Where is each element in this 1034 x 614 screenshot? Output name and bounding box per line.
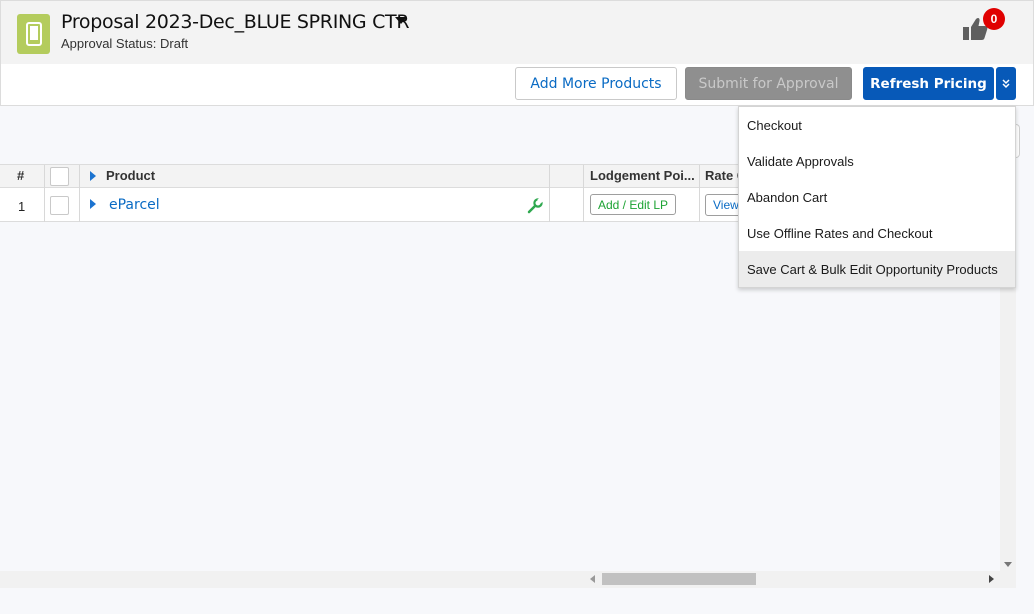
column-divider: [44, 165, 45, 222]
menu-item-abandon-cart[interactable]: Abandon Cart: [739, 179, 1015, 215]
column-divider: [699, 165, 700, 222]
row-number: 1: [18, 199, 26, 214]
product-link[interactable]: eParcel: [109, 197, 160, 213]
column-lodgement-header[interactable]: Lodgement Poi...: [590, 168, 695, 183]
chevron-double-down-icon: [1002, 78, 1010, 88]
horizontal-scrollbar[interactable]: [0, 571, 1016, 588]
wrench-icon[interactable]: [527, 198, 543, 214]
column-product-header[interactable]: Product: [106, 168, 155, 183]
action-toolbar: Add More Products Submit for Approval Re…: [0, 64, 1034, 106]
notification-badge[interactable]: 0: [983, 8, 1005, 30]
menu-item-offline-checkout[interactable]: Use Offline Rates and Checkout: [739, 215, 1015, 251]
caret-down-icon[interactable]: [395, 17, 407, 24]
menu-item-checkout[interactable]: Checkout: [739, 107, 1015, 143]
page-title: Proposal 2023-Dec_BLUE SPRING CTR: [61, 11, 410, 33]
approval-status: Approval Status: Draft: [61, 36, 189, 51]
menu-item-save-bulk-edit[interactable]: Save Cart & Bulk Edit Opportunity Produc…: [739, 251, 1015, 287]
expand-all-icon[interactable]: [90, 171, 96, 181]
select-all-checkbox[interactable]: [50, 167, 69, 186]
more-actions-button[interactable]: [996, 67, 1016, 100]
column-divider: [79, 165, 80, 222]
row-checkbox[interactable]: [50, 196, 69, 215]
menu-item-validate-approvals[interactable]: Validate Approvals: [739, 143, 1015, 179]
horizontal-scroll-thumb[interactable]: [602, 573, 756, 585]
add-more-products-button[interactable]: Add More Products: [515, 67, 677, 100]
expand-row-icon[interactable]: [90, 199, 96, 209]
add-edit-lp-button[interactable]: Add / Edit LP: [590, 194, 676, 215]
refresh-pricing-button[interactable]: Refresh Pricing: [863, 67, 994, 100]
page-header: Proposal 2023-Dec_BLUE SPRING CTR Approv…: [0, 0, 1034, 64]
column-number-header: #: [17, 168, 25, 183]
scroll-right-icon[interactable]: [989, 575, 994, 583]
submit-for-approval-button[interactable]: Submit for Approval: [685, 67, 852, 100]
more-actions-menu: Checkout Validate Approvals Abandon Cart…: [738, 106, 1016, 288]
panel-edge: [1016, 124, 1020, 158]
column-divider: [549, 165, 550, 222]
column-divider: [583, 165, 584, 222]
mobile-device-icon: [17, 14, 50, 54]
scroll-left-icon[interactable]: [590, 575, 595, 583]
scroll-down-icon[interactable]: [1004, 562, 1012, 567]
